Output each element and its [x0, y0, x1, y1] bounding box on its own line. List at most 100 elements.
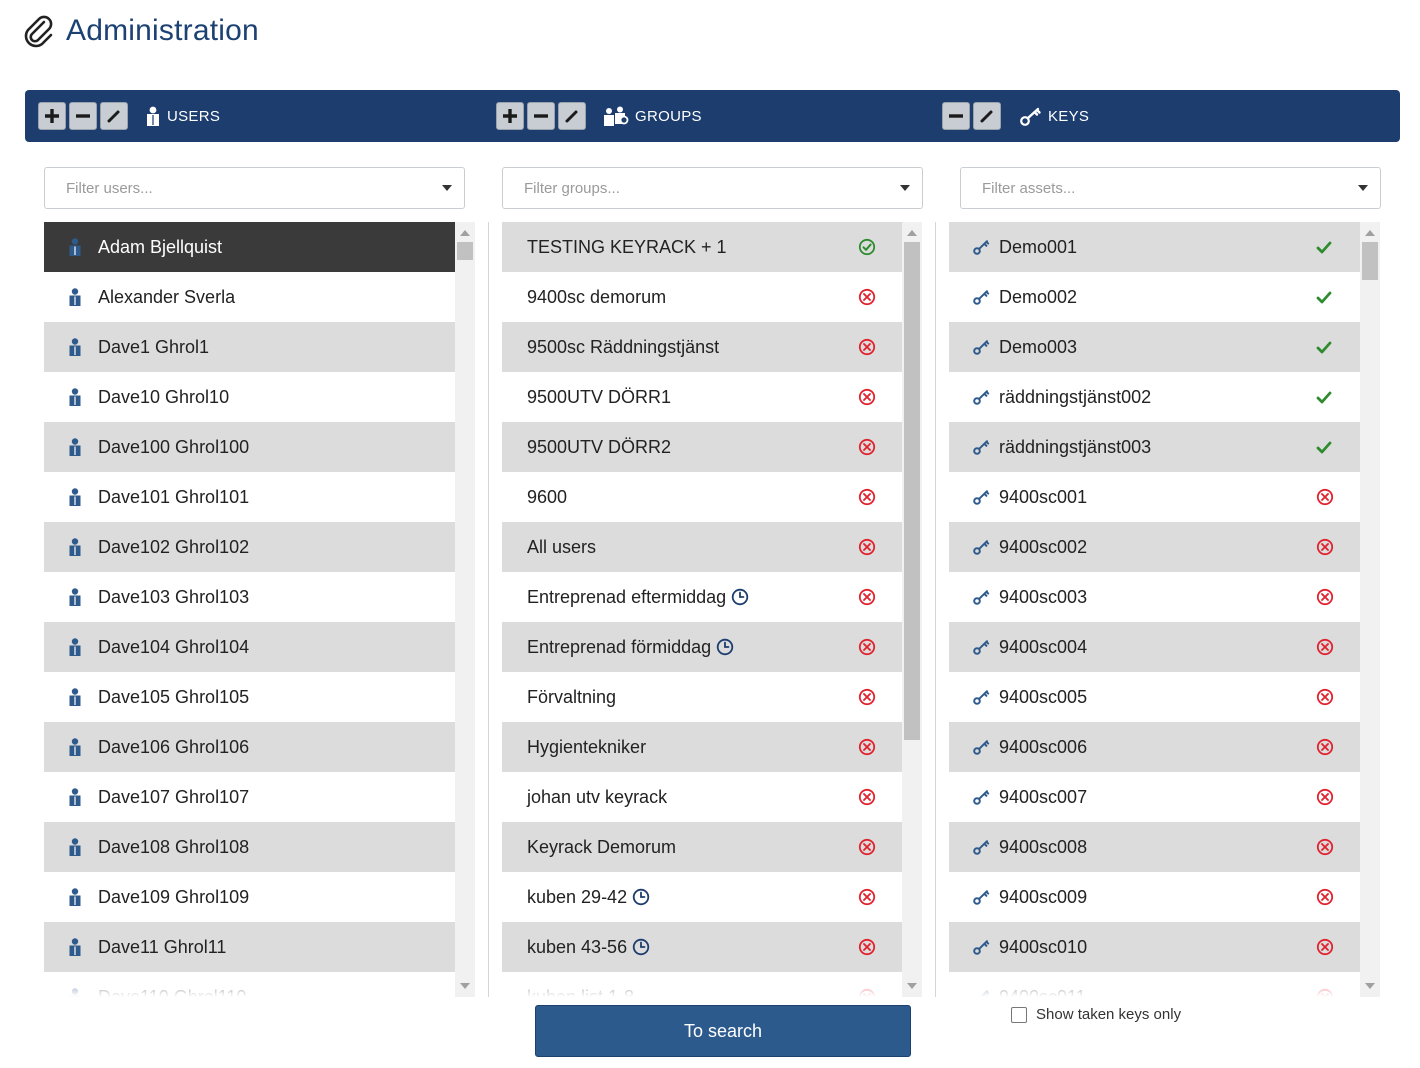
user-row[interactable]: Dave108 Ghrol108 — [44, 822, 455, 872]
key-row[interactable]: 9400sc009 — [949, 872, 1360, 922]
user-row[interactable]: Dave10 Ghrol10 — [44, 372, 455, 422]
person-icon — [69, 438, 81, 456]
key-row[interactable]: räddningstjänst002 — [949, 372, 1360, 422]
user-row[interactable]: Dave110 Ghrol110 — [44, 972, 455, 997]
key-row[interactable]: Demo001 — [949, 222, 1360, 272]
remove-key-button[interactable] — [942, 102, 970, 130]
scroll-up-arrow[interactable] — [907, 230, 917, 236]
user-row[interactable]: Adam Bjellquist — [44, 222, 455, 272]
show-taken-keys-toggle[interactable]: Show taken keys only — [1011, 1006, 1181, 1023]
scroll-thumb[interactable] — [904, 242, 920, 740]
scroll-up-arrow[interactable] — [1365, 230, 1375, 236]
user-row[interactable]: Dave109 Ghrol109 — [44, 872, 455, 922]
group-row[interactable]: 9500UTV DÖRR1 — [502, 372, 902, 422]
schedule-clock-icon — [716, 638, 734, 656]
show-taken-keys-checkbox[interactable] — [1011, 1006, 1027, 1023]
minus-icon — [949, 114, 963, 118]
list-item-label: kuben list 1-8 — [527, 986, 635, 998]
user-row[interactable]: Dave101 Ghrol101 — [44, 472, 455, 522]
list-item-label: Hygientekniker — [527, 736, 647, 757]
scroll-down-arrow[interactable] — [1365, 983, 1375, 989]
person-icon — [69, 938, 81, 956]
groups-filter-input[interactable] — [522, 178, 892, 198]
key-row[interactable]: 9400sc011 — [949, 972, 1360, 997]
assets-filter-input[interactable] — [980, 178, 1350, 198]
person-icon — [69, 488, 81, 506]
key-row[interactable]: 9400sc005 — [949, 672, 1360, 722]
key-row[interactable]: 9400sc008 — [949, 822, 1360, 872]
key-row[interactable]: 9400sc003 — [949, 572, 1360, 622]
chevron-down-icon[interactable] — [900, 185, 910, 191]
user-icon — [68, 338, 88, 356]
group-row[interactable]: 9600 — [502, 472, 902, 522]
group-row[interactable]: Keyrack Demorum — [502, 822, 902, 872]
group-row[interactable]: TESTING KEYRACK + 1 — [502, 222, 902, 272]
user-row[interactable]: Dave107 Ghrol107 — [44, 772, 455, 822]
keys-scrollbar[interactable] — [1360, 222, 1380, 997]
group-row[interactable]: 9400sc demorum — [502, 272, 902, 322]
key-row[interactable]: Demo002 — [949, 272, 1360, 322]
to-search-button[interactable]: To search — [535, 1005, 911, 1057]
group-row[interactable]: kuben 43-56 — [502, 922, 902, 972]
edit-user-button[interactable] — [100, 102, 128, 130]
key-row[interactable]: 9400sc001 — [949, 472, 1360, 522]
key-row[interactable]: Demo003 — [949, 322, 1360, 372]
user-row[interactable]: Alexander Sverla — [44, 272, 455, 322]
group-row[interactable]: All users — [502, 522, 902, 572]
status-error-icon — [858, 588, 876, 606]
group-row[interactable]: kuben list 1-8 — [502, 972, 902, 997]
list-item-label: 9400sc001 — [999, 486, 1088, 507]
scroll-down-arrow[interactable] — [907, 983, 917, 989]
scroll-thumb[interactable] — [457, 242, 473, 260]
key-row[interactable]: 9400sc004 — [949, 622, 1360, 672]
group-row[interactable]: johan utv keyrack — [502, 772, 902, 822]
key-icon — [973, 939, 993, 955]
user-row[interactable]: Dave11 Ghrol11 — [44, 922, 455, 972]
user-icon — [68, 588, 88, 606]
key-row[interactable]: 9400sc002 — [949, 522, 1360, 572]
user-row[interactable]: Dave104 Ghrol104 — [44, 622, 455, 672]
group-row[interactable]: Entreprenad förmiddag — [502, 622, 902, 672]
scroll-down-arrow[interactable] — [460, 983, 470, 989]
user-row[interactable]: Dave106 Ghrol106 — [44, 722, 455, 772]
status-check-icon — [1316, 340, 1332, 354]
scroll-thumb[interactable] — [1362, 242, 1378, 280]
user-row[interactable]: Dave1 Ghrol1 — [44, 322, 455, 372]
key-row[interactable]: 9400sc010 — [949, 922, 1360, 972]
key-row[interactable]: räddningstjänst003 — [949, 422, 1360, 472]
group-row[interactable]: 9500sc Räddningstjänst — [502, 322, 902, 372]
users-filter-input[interactable] — [64, 178, 434, 198]
remove-group-button[interactable] — [527, 102, 555, 130]
edit-group-button[interactable] — [558, 102, 586, 130]
user-row[interactable]: Dave100 Ghrol100 — [44, 422, 455, 472]
status-error-icon — [1316, 488, 1334, 506]
chevron-down-icon[interactable] — [1358, 185, 1368, 191]
group-row[interactable]: 9500UTV DÖRR2 — [502, 422, 902, 472]
key-row[interactable]: 9400sc006 — [949, 722, 1360, 772]
error-x-icon — [1316, 588, 1334, 606]
error-x-icon — [858, 788, 876, 806]
assets-filter[interactable] — [960, 167, 1381, 209]
list-item-label: Alexander Sverla — [98, 286, 236, 307]
user-row[interactable]: Dave103 Ghrol103 — [44, 572, 455, 622]
key-row[interactable]: 9400sc007 — [949, 772, 1360, 822]
groups-scrollbar[interactable] — [902, 222, 922, 997]
remove-user-button[interactable] — [69, 102, 97, 130]
group-row[interactable]: Hygientekniker — [502, 722, 902, 772]
users-filter[interactable] — [44, 167, 465, 209]
column-divider — [935, 222, 936, 997]
chevron-down-icon[interactable] — [442, 185, 452, 191]
user-row[interactable]: Dave102 Ghrol102 — [44, 522, 455, 572]
user-row[interactable]: Dave105 Ghrol105 — [44, 672, 455, 722]
group-row[interactable]: kuben 29-42 — [502, 872, 902, 922]
groups-filter[interactable] — [502, 167, 923, 209]
group-row[interactable]: Entreprenad eftermiddag — [502, 572, 902, 622]
add-user-button[interactable] — [38, 102, 66, 130]
scroll-up-arrow[interactable] — [460, 230, 470, 236]
group-row[interactable]: Förvaltning — [502, 672, 902, 722]
users-scrollbar[interactable] — [455, 222, 475, 997]
error-x-icon — [1316, 938, 1334, 956]
person-icon — [69, 288, 81, 306]
edit-key-button[interactable] — [973, 102, 1001, 130]
add-group-button[interactable] — [496, 102, 524, 130]
